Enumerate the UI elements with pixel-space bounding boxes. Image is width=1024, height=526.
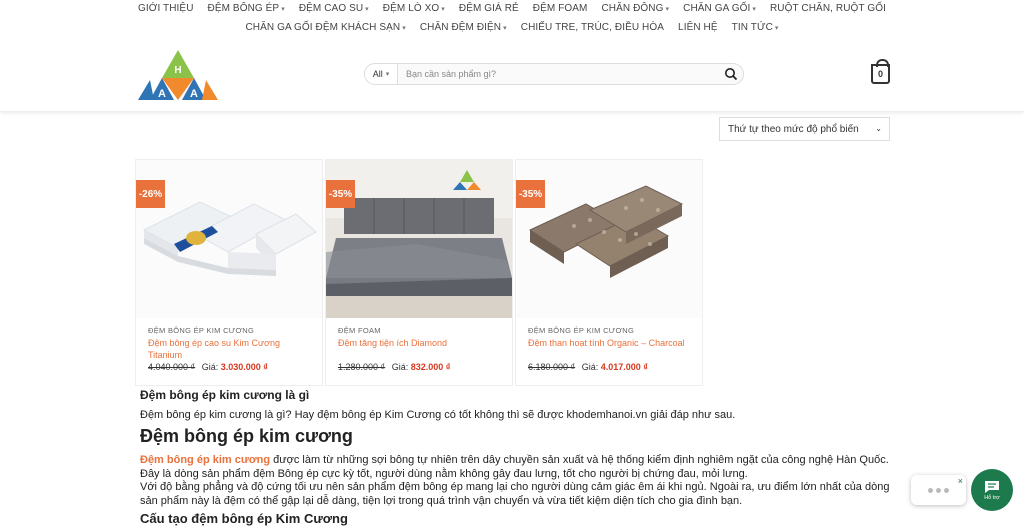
nav-item-label: CHĂN GA GỐI xyxy=(683,3,751,14)
close-icon[interactable]: × xyxy=(958,476,963,486)
nav-item-label: ĐỆM FOAM xyxy=(532,3,588,14)
chevron-down-icon: ▾ xyxy=(441,5,445,13)
price-label: Giá: xyxy=(391,362,409,372)
sort-select[interactable]: Thứ tự theo mức độ phổ biến ⌄ xyxy=(719,117,890,141)
discount-badge: -26% xyxy=(136,180,165,208)
chevron-down-icon: ▾ xyxy=(665,5,670,13)
chevron-down-icon: ▾ xyxy=(752,5,756,13)
old-price: 6.180.000 ₫ xyxy=(528,362,576,372)
nav-item[interactable]: CHĂN ĐÔNG ▾ xyxy=(594,3,676,14)
product-name-link[interactable]: Đệm tăng tiện ích Diamond xyxy=(338,337,502,349)
product-card[interactable]: -26% ĐỆM BÔNG ÉP KIM CƯƠNG Đệm bông ép c… xyxy=(135,159,323,386)
chat-typing-bubble[interactable]: × xyxy=(911,475,966,505)
nav-item[interactable]: CHĂN GA GỐI ĐỆM KHÁCH SẠN ▾ xyxy=(238,22,412,33)
product-category[interactable]: ĐỆM FOAM xyxy=(338,326,381,335)
nav-item-label: CHĂN GA GỐI ĐỆM KHÁCH SẠN xyxy=(245,22,401,33)
nav-item-label: TIN TỨC xyxy=(731,22,773,33)
nav-item[interactable]: GIỚI THIỆU xyxy=(131,3,201,14)
nav-item-label: CHĂN ĐỆM ĐIỆN xyxy=(419,22,502,33)
nav-item-label: GIỚI THIỆU xyxy=(138,3,194,14)
chevron-down-icon: ▾ xyxy=(385,71,390,78)
nav-item[interactable]: CHĂN GA GỐI ▾ xyxy=(676,3,763,14)
price-label: Giá: xyxy=(201,362,219,372)
nav-item-label: ĐỆM GIÁ RẺ xyxy=(458,3,519,14)
article-section-heading: Cấu tạo đệm bông ép Kim Cương xyxy=(140,511,348,526)
nav-item-label: LIÊN HỆ xyxy=(678,22,718,33)
svg-text:A: A xyxy=(190,88,198,100)
product-grid: -26% ĐỆM BÔNG ÉP KIM CƯƠNG Đệm bông ép c… xyxy=(135,159,703,386)
nav-item[interactable]: LIÊN HỆ xyxy=(671,22,725,33)
product-category[interactable]: ĐỆM BÔNG ÉP KIM CƯƠNG xyxy=(148,326,254,335)
nav-row-2: CHĂN GA GỐI ĐỆM KHÁCH SẠN ▾ CHĂN ĐỆM ĐIỆN ▾… xyxy=(0,22,1024,33)
nav-item-label: ĐỆM LÒ XO xyxy=(382,3,440,14)
article-highlight-link[interactable]: Đệm bông ép kim cương xyxy=(140,454,270,466)
nav-item-label: CHĂN ĐÔNG xyxy=(601,3,664,14)
chat-support-button[interactable]: Hỗ trợ xyxy=(971,469,1013,511)
nav-item-label: CHIẾU TRE, TRÚC, ĐIỀU HÒA xyxy=(520,22,665,33)
product-price: 4.040.000 ₫ Giá: 3.030.000 ₫ xyxy=(148,362,268,372)
product-category[interactable]: ĐỆM BÔNG ÉP KIM CƯƠNG xyxy=(528,326,634,335)
discount-badge: -35% xyxy=(326,180,355,208)
nav-item[interactable]: ĐỆM BÔNG ÉP ▾ xyxy=(201,3,292,14)
nav-item[interactable]: ĐỆM FOAM xyxy=(526,3,595,14)
product-name-link[interactable]: Đệm than hoạt tính Organic – Charcoal xyxy=(528,337,692,349)
sale-price: 832.000 ₫ xyxy=(410,362,451,372)
nav-item[interactable]: CHĂN ĐỆM ĐIỆN ▾ xyxy=(413,22,514,33)
search-category-label: All xyxy=(372,69,383,79)
top-navigation: GIỚI THIỆU ĐỆM BÔNG ÉP ▾ ĐỆM CAO SU ▾ ĐỆM LÒ … xyxy=(0,0,1024,40)
product-card[interactable]: -35% ĐỆM FOAM Đệm tăng tiện ích Diamond … xyxy=(325,159,513,386)
typing-dot xyxy=(928,487,933,493)
typing-dot xyxy=(936,487,941,493)
nav-row-1: GIỚI THIỆU ĐỆM BÔNG ÉP ▾ ĐỆM CAO SU ▾ ĐỆM LÒ … xyxy=(0,3,1024,14)
chevron-down-icon: ▾ xyxy=(402,24,406,32)
svg-text:H: H xyxy=(174,65,181,76)
search-input[interactable]: Bạn cần sản phẩm gì? xyxy=(398,63,744,85)
chat-icon xyxy=(985,480,999,493)
site-header: H A A All ▾ Bạn cần sản phẩm gì? 0 xyxy=(0,40,1024,112)
svg-text:A: A xyxy=(158,88,166,100)
sort-selected-label: Thứ tự theo mức độ phổ biến xyxy=(728,123,859,135)
chevron-down-icon: ▾ xyxy=(281,5,285,13)
article-intro: Đệm bông ép kim cương là gì? Hay đệm bôn… xyxy=(140,408,736,421)
nav-item[interactable]: TIN TỨC ▾ xyxy=(725,22,786,33)
chat-button-label: Hỗ trợ xyxy=(984,494,1000,501)
search-category-select[interactable]: All ▾ xyxy=(364,63,398,85)
article-paragraph: Đệm bông ép kim cương được làm từ những … xyxy=(140,454,890,481)
discount-badge: -35% xyxy=(516,180,545,208)
logo-mark: H A A xyxy=(138,50,218,100)
chevron-down-icon: ▾ xyxy=(365,5,369,13)
product-price: 1.280.000 ₫ Giá: 832.000 ₫ xyxy=(338,362,450,372)
old-price: 4.040.000 ₫ xyxy=(148,362,196,372)
nav-item[interactable]: ĐỆM GIÁ RẺ xyxy=(452,3,526,14)
nav-item-label: ĐỆM CAO SU xyxy=(298,3,364,14)
old-price: 1.280.000 ₫ xyxy=(338,362,386,372)
nav-item[interactable]: ĐỆM LÒ XO ▾ xyxy=(376,3,452,14)
article-content: Đệm bông ép kim cương là gì Đệm bông ép … xyxy=(140,388,890,526)
nav-item[interactable]: ĐỆM CAO SU ▾ xyxy=(292,3,376,14)
typing-dot xyxy=(944,487,949,493)
product-name-link[interactable]: Đệm bông ép cao su Kim Cương Titanium xyxy=(148,337,312,361)
cart-icon[interactable]: 0 xyxy=(871,59,890,84)
chevron-down-icon: ▾ xyxy=(503,24,507,32)
product-price: 6.180.000 ₫ Giá: 4.017.000 ₫ xyxy=(528,362,648,372)
sale-price: 4.017.000 ₫ xyxy=(600,362,648,372)
search-bar: All ▾ Bạn cần sản phẩm gì? xyxy=(364,63,744,85)
chevron-down-icon: ▾ xyxy=(774,24,779,32)
site-logo[interactable]: H A A xyxy=(136,48,220,104)
product-card[interactable]: -35% ĐỆM BÔNG ÉP KIM CƯƠNG Đệm than hoạt… xyxy=(515,159,703,386)
search-icon[interactable] xyxy=(724,67,738,81)
article-subheading: Đệm bông ép kim cương là gì xyxy=(140,388,310,402)
nav-item-label: ĐỆM BÔNG ÉP xyxy=(207,3,280,14)
nav-item[interactable]: RUỘT CHĂN, RUỘT GỐI xyxy=(763,3,893,14)
chevron-down-icon: ⌄ xyxy=(875,124,882,133)
sale-price: 3.030.000 ₫ xyxy=(220,362,268,372)
article-heading: Đệm bông ép kim cương xyxy=(140,426,353,446)
search-placeholder: Bạn cần sản phẩm gì? xyxy=(406,69,497,79)
nav-item-label: RUỘT CHĂN, RUỘT GỐI xyxy=(769,3,886,14)
article-paragraph: Với độ bằng phẳng và độ cứng tối ưu nên … xyxy=(140,481,890,507)
cart-count: 0 xyxy=(877,69,883,79)
price-label: Giá: xyxy=(581,362,599,372)
nav-item[interactable]: CHIẾU TRE, TRÚC, ĐIỀU HÒA xyxy=(514,22,671,33)
